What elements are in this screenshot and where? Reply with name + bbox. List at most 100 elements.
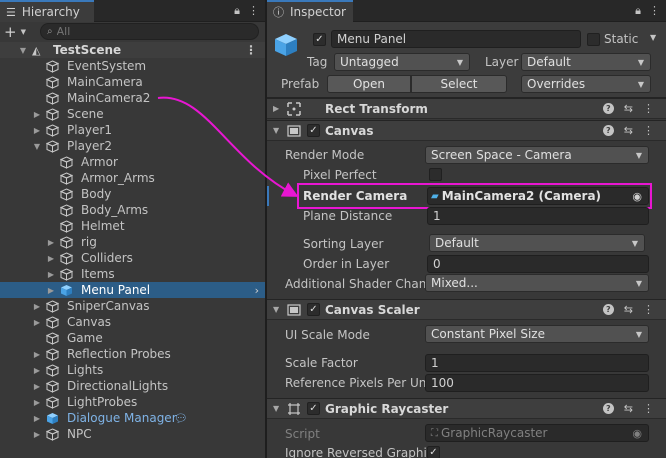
chevron-right-icon[interactable]: ▶ xyxy=(32,414,42,423)
chevron-right-icon[interactable]: ▶ xyxy=(32,110,42,119)
graphic-raycaster-enabled-checkbox[interactable]: ✓ xyxy=(307,402,320,415)
chevron-right-icon[interactable]: ▶ xyxy=(46,254,56,263)
static-dropdown-caret[interactable]: ▼ xyxy=(650,33,656,42)
kebab-menu-icon[interactable]: ⋮ xyxy=(248,4,259,18)
chevron-down-icon[interactable]: ▼ xyxy=(273,126,279,135)
hierarchy-item[interactable]: Armor xyxy=(0,154,265,170)
kebab-menu-icon[interactable]: ⋮ xyxy=(643,124,654,137)
hierarchy-item[interactable]: ▼ Player2 xyxy=(0,138,265,154)
kebab-menu-icon[interactable]: ⋮ xyxy=(649,4,660,18)
hierarchy-item[interactable]: ▶ rig xyxy=(0,234,265,250)
open-prefab-arrow-icon[interactable]: › xyxy=(255,284,259,297)
help-icon[interactable]: ? xyxy=(602,403,614,414)
kebab-menu-icon[interactable]: ⋮ xyxy=(643,303,654,316)
hierarchy-item[interactable]: ▶ DirectionalLights xyxy=(0,378,265,394)
preset-icon[interactable]: ⇆ xyxy=(624,303,633,316)
shader-channels-dropdown[interactable]: Mixed... ▼ xyxy=(425,274,649,292)
chevron-right-icon[interactable]: ▶ xyxy=(46,238,56,247)
hierarchy-item[interactable]: ▶ Canvas xyxy=(0,314,265,330)
hierarchy-item-label: MainCamera xyxy=(67,75,143,89)
hierarchy-item[interactable]: Body xyxy=(0,186,265,202)
hierarchy-item[interactable]: ▶ Menu Panel › xyxy=(0,282,265,298)
kebab-menu-icon[interactable]: ⋮ xyxy=(245,43,257,57)
hierarchy-search[interactable]: ⌕ xyxy=(40,23,259,40)
search-input[interactable] xyxy=(56,25,227,38)
scale-factor-field[interactable]: 1 xyxy=(425,354,649,372)
add-button[interactable]: + xyxy=(4,23,17,41)
chevron-right-icon[interactable]: ▶ xyxy=(32,350,42,359)
chevron-down-icon[interactable]: ▼ xyxy=(273,404,279,413)
kebab-menu-icon[interactable]: ⋮ xyxy=(643,102,654,115)
object-name-field[interactable]: Menu Panel xyxy=(331,30,581,48)
kebab-menu-icon[interactable]: ⋮ xyxy=(643,402,654,415)
hierarchy-tabbar: ☰ Hierarchy 🔒︎ ⋮ xyxy=(0,0,265,22)
hierarchy-item[interactable]: ▶ Scene xyxy=(0,106,265,122)
help-icon[interactable]: ? xyxy=(602,304,614,315)
chevron-right-icon[interactable]: ▶ xyxy=(32,126,42,135)
help-icon[interactable]: ? xyxy=(602,125,614,136)
hierarchy-item[interactable]: EventSystem xyxy=(0,58,265,74)
chevron-right-icon[interactable]: ▶ xyxy=(32,366,42,375)
active-checkbox[interactable]: ✓ xyxy=(313,33,326,46)
hierarchy-item[interactable]: ▶ Items xyxy=(0,266,265,282)
canvas-scaler-enabled-checkbox[interactable]: ✓ xyxy=(307,303,320,316)
hierarchy-item[interactable]: ▶ Dialogue Manager 💬︎ xyxy=(0,410,265,426)
render-mode-dropdown[interactable]: Screen Space - Camera ▼ xyxy=(425,146,649,164)
gameobject-cube-icon xyxy=(60,155,73,169)
prefab-open-button[interactable]: Open xyxy=(327,75,411,93)
canvas-enabled-checkbox[interactable]: ✓ xyxy=(307,124,320,137)
hierarchy-item[interactable]: ▶ SniperCanvas xyxy=(0,298,265,314)
chevron-right-icon[interactable]: ▶ xyxy=(273,104,279,113)
tag-dropdown[interactable]: Untagged ▼ xyxy=(334,53,470,71)
layer-dropdown[interactable]: Default ▼ xyxy=(521,53,651,71)
rect-transform-header[interactable]: ▶ Rect Transform ? ⇆ ⋮ xyxy=(267,98,666,119)
help-icon[interactable]: ? xyxy=(602,103,614,114)
chevron-right-icon[interactable]: ▶ xyxy=(32,382,42,391)
chevron-right-icon[interactable]: ▶ xyxy=(46,286,56,295)
preset-icon[interactable]: ⇆ xyxy=(624,402,633,415)
hierarchy-item[interactable]: ▶ NPC xyxy=(0,426,265,442)
hierarchy-item[interactable]: Game xyxy=(0,330,265,346)
lock-icon[interactable]: 🔒︎ xyxy=(234,4,240,18)
chevron-right-icon[interactable]: ▶ xyxy=(46,270,56,279)
canvas-scaler-header[interactable]: ▼ ✓ Canvas Scaler ? ⇆ ⋮ xyxy=(267,299,666,320)
overrides-dropdown[interactable]: Overrides ▼ xyxy=(521,75,651,93)
gameobject-cube-icon xyxy=(46,107,59,121)
preset-icon[interactable]: ⇆ xyxy=(624,102,633,115)
hierarchy-item[interactable]: ▶ LightProbes xyxy=(0,394,265,410)
chevron-down-icon[interactable]: ▼ xyxy=(273,305,279,314)
pixel-perfect-checkbox[interactable] xyxy=(429,168,442,181)
ignore-reversed-checkbox[interactable]: ✓ xyxy=(427,446,440,458)
graphic-raycaster-header[interactable]: ▼ ✓ Graphic Raycaster ? ⇆ ⋮ xyxy=(267,398,666,419)
hierarchy-item[interactable]: MainCamera2 xyxy=(0,90,265,106)
chevron-down-icon[interactable]: ▼ xyxy=(18,46,28,55)
hierarchy-item[interactable]: ▶ Reflection Probes xyxy=(0,346,265,362)
static-checkbox[interactable] xyxy=(587,33,600,46)
chevron-right-icon[interactable]: ▶ xyxy=(32,318,42,327)
prefab-select-button[interactable]: Select xyxy=(411,75,507,93)
chevron-right-icon[interactable]: ▶ xyxy=(32,398,42,407)
hierarchy-item[interactable]: ▶ Lights xyxy=(0,362,265,378)
hierarchy-item[interactable]: Armor_Arms xyxy=(0,170,265,186)
reference-pixels-field[interactable]: 100 xyxy=(425,374,649,392)
preset-icon[interactable]: ⇆ xyxy=(624,124,633,137)
hierarchy-item[interactable]: Body_Arms xyxy=(0,202,265,218)
chevron-right-icon[interactable]: ▶ xyxy=(32,302,42,311)
tab-inspector[interactable]: ⓘ Inspector xyxy=(267,0,353,22)
sorting-layer-dropdown[interactable]: Default ▼ xyxy=(429,234,645,252)
lock-icon[interactable]: 🔒︎ xyxy=(635,4,641,18)
ui-scale-mode-dropdown[interactable]: Constant Pixel Size ▼ xyxy=(425,325,649,343)
scene-row[interactable]: ▼ ◭ TestScene ⋮ xyxy=(0,42,265,58)
hierarchy-item[interactable]: ▶ Colliders xyxy=(0,250,265,266)
chevron-down-icon[interactable]: ▼ xyxy=(21,28,26,36)
hierarchy-item[interactable]: Helmet xyxy=(0,218,265,234)
chevron-right-icon[interactable]: ▶ xyxy=(32,430,42,439)
chevron-down-icon[interactable]: ▼ xyxy=(32,142,42,151)
static-label: Static xyxy=(604,32,639,46)
canvas-header[interactable]: ▼ ✓ Canvas ? ⇆ ⋮ xyxy=(267,120,666,141)
tab-hierarchy[interactable]: ☰ Hierarchy xyxy=(0,0,94,22)
hierarchy-item[interactable]: MainCamera xyxy=(0,74,265,90)
hierarchy-item[interactable]: ▶ Player1 xyxy=(0,122,265,138)
plane-distance-field[interactable]: 1 xyxy=(427,207,649,225)
order-in-layer-field[interactable]: 0 xyxy=(427,255,649,273)
